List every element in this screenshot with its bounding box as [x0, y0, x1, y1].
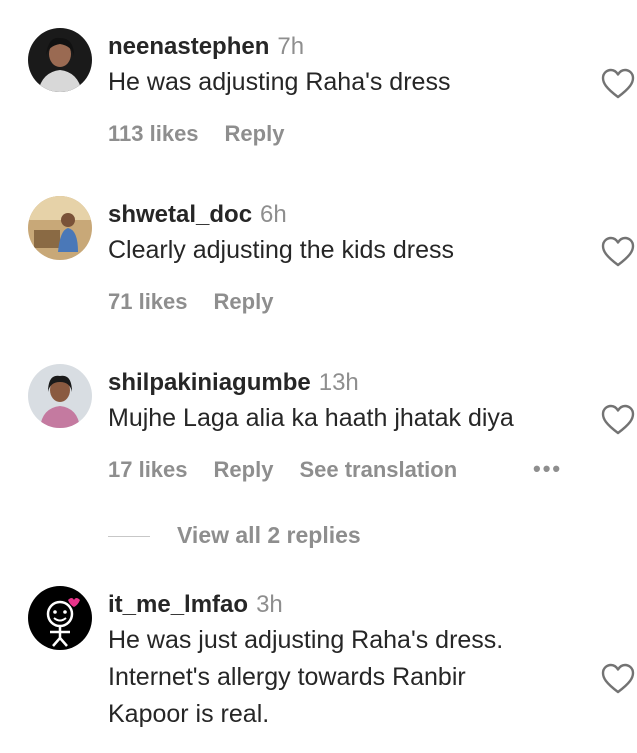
likes-count[interactable]: 113 likes	[108, 121, 199, 147]
username[interactable]: shwetal_doc 6h	[108, 201, 287, 229]
comments-screen: { "comments": [ {"username":"neenastephe…	[0, 0, 637, 753]
reply-button[interactable]: Reply	[225, 121, 285, 147]
comment-actions: 17 likes Reply See translation	[108, 457, 457, 483]
see-translation-button[interactable]: See translation	[299, 457, 457, 483]
reply-button[interactable]: Reply	[214, 289, 274, 315]
replies-divider	[108, 536, 150, 537]
comment-text: Mujhe Laga alia ka haath jhatak diya	[108, 404, 514, 432]
avatar[interactable]	[28, 196, 92, 260]
heart-outline-icon[interactable]	[601, 68, 635, 100]
heart-outline-icon[interactable]	[601, 404, 635, 436]
username[interactable]: it_me_lmfao 3h	[108, 591, 283, 619]
comment-actions: 113 likes Reply	[108, 121, 284, 147]
view-replies-button[interactable]: View all 2 replies	[177, 522, 361, 549]
username[interactable]: neenastephen 7h	[108, 33, 304, 61]
comment-actions: 71 likes Reply	[108, 289, 273, 315]
avatar[interactable]	[28, 28, 92, 92]
comment-text: Clearly adjusting the kids dress	[108, 236, 454, 264]
likes-count[interactable]: 71 likes	[108, 289, 188, 315]
username[interactable]: shilpakiniagumbe 13h	[108, 369, 359, 397]
avatar[interactable]	[28, 364, 92, 428]
reply-button[interactable]: Reply	[214, 457, 274, 483]
timestamp: 3h	[256, 591, 283, 618]
heart-outline-icon[interactable]	[601, 236, 635, 268]
more-horizontal-icon[interactable]: •••	[533, 456, 562, 482]
heart-outline-icon[interactable]	[601, 663, 635, 695]
comment-text: He was just adjusting Raha's dress. Inte…	[108, 626, 504, 728]
timestamp: 13h	[318, 369, 359, 396]
likes-count[interactable]: 17 likes	[108, 457, 188, 483]
comment-text: He was adjusting Raha's dress	[108, 68, 451, 96]
timestamp: 6h	[260, 201, 287, 228]
avatar[interactable]	[28, 586, 92, 650]
timestamp: 7h	[277, 33, 305, 60]
